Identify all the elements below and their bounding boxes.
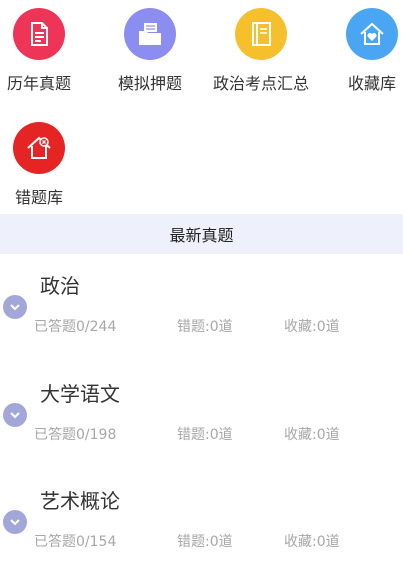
grid-item-politics-summary[interactable]: 政治考点汇总 [211,8,311,94]
grid-item-wrong-questions[interactable]: 错题库 [0,122,89,208]
subject-title: 艺术概论 [40,489,120,513]
saved-count: 收藏:0道 [284,319,340,335]
heart-house-icon [346,8,398,60]
subject-item-art-intro[interactable]: 艺术概论 已答题0/154 错题:0道 收藏:0道 [0,485,403,575]
wrong-count: 错题:0道 [177,427,233,443]
grid-label: 错题库 [14,188,63,207]
folder-icon [124,8,176,60]
answered-count: 已答题0/154 [34,534,117,550]
subject-title: 政治 [40,274,80,298]
chevron-down-icon[interactable] [3,295,27,319]
section-title: 最新真题 [169,226,234,245]
grid-item-past-exams[interactable]: 历年真题 [0,8,89,94]
subject-item-politics[interactable]: 政治 已答题0/244 错题:0道 收藏:0道 [0,270,403,370]
subject-title: 大学语文 [40,382,120,406]
chevron-down-icon[interactable] [3,510,27,534]
grid-label: 政治考点汇总 [212,74,309,93]
grid-item-favorites[interactable]: 收藏库 [322,8,403,94]
error-house-icon [13,122,65,174]
grid-item-mock-questions[interactable]: 模拟押题 [100,8,200,94]
saved-count: 收藏:0道 [284,427,340,443]
answered-count: 已答题0/244 [34,319,117,335]
answered-count: 已答题0/198 [34,427,117,443]
subject-item-college-chinese[interactable]: 大学语文 已答题0/198 错题:0道 收藏:0道 [0,378,403,478]
saved-count: 收藏:0道 [284,534,340,550]
book-icon [235,8,287,60]
wrong-count: 错题:0道 [177,534,233,550]
grid-label: 历年真题 [6,74,71,93]
grid-label: 模拟押题 [117,74,182,93]
chevron-down-icon[interactable] [3,403,27,427]
grid-label: 收藏库 [347,74,396,93]
wrong-count: 错题:0道 [177,319,233,335]
document-icon [13,8,65,60]
section-header: 最新真题 [0,214,403,254]
